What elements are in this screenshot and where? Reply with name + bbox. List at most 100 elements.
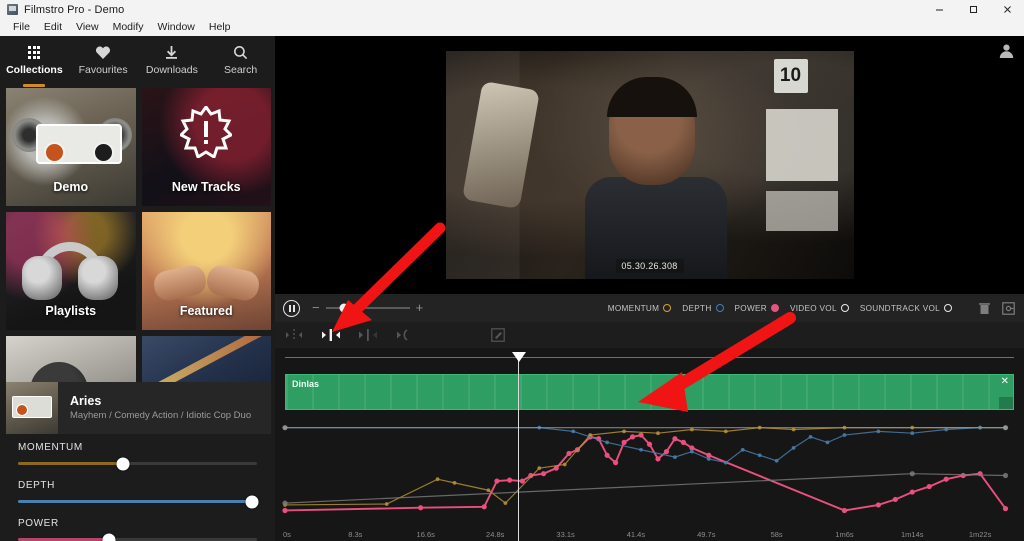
- series-point[interactable]: [808, 434, 813, 439]
- account-icon[interactable]: [998, 42, 1015, 59]
- collection-tile-demo[interactable]: Demo: [6, 88, 136, 206]
- slider-track[interactable]: [18, 495, 259, 508]
- zoom-track[interactable]: [325, 303, 410, 313]
- menu-item-view[interactable]: View: [69, 19, 106, 36]
- series-point[interactable]: [909, 471, 915, 477]
- series-point[interactable]: [604, 452, 610, 458]
- move-anchor-icon[interactable]: [283, 326, 305, 344]
- series-point[interactable]: [663, 449, 670, 455]
- legend-item-power[interactable]: POWER: [735, 304, 779, 313]
- legend-toggle-dot[interactable]: [944, 304, 952, 312]
- maximize-icon[interactable]: [956, 0, 990, 19]
- series-point[interactable]: [612, 460, 619, 466]
- close-icon[interactable]: ✕: [1001, 377, 1009, 387]
- legend-toggle-dot[interactable]: [770, 304, 779, 312]
- series-point[interactable]: [571, 429, 576, 434]
- zoom-out-label[interactable]: −: [312, 301, 320, 314]
- menu-item-edit[interactable]: Edit: [37, 19, 69, 36]
- series-point[interactable]: [876, 429, 881, 434]
- export-icon[interactable]: [1001, 301, 1016, 316]
- series-point[interactable]: [706, 457, 711, 461]
- series-point[interactable]: [892, 496, 898, 503]
- scrub-bar[interactable]: [275, 348, 1024, 366]
- series-point[interactable]: [960, 472, 966, 479]
- series-point[interactable]: [622, 429, 626, 434]
- sidebar-item-search[interactable]: Search: [206, 36, 275, 84]
- split-left-icon[interactable]: [357, 326, 379, 344]
- series-point[interactable]: [503, 501, 508, 506]
- zoom-in-label[interactable]: +: [416, 301, 424, 314]
- sidebar-item-downloads[interactable]: Downloads: [138, 36, 207, 84]
- minimize-icon[interactable]: [922, 0, 956, 19]
- automation-graph[interactable]: [275, 420, 1024, 525]
- zoom-knob[interactable]: [339, 303, 349, 313]
- series-point[interactable]: [507, 477, 513, 483]
- trash-icon[interactable]: [977, 301, 992, 316]
- legend-item-depth[interactable]: DEPTH: [682, 304, 724, 313]
- series-point[interactable]: [282, 425, 288, 431]
- collection-tile-new-tracks[interactable]: New Tracks: [141, 88, 271, 206]
- legend-item-momentum[interactable]: MOMENTUM: [608, 304, 672, 313]
- now-playing-panel[interactable]: Aries Mayhem / Comedy Action / Idiotic C…: [6, 382, 271, 434]
- series-point[interactable]: [875, 502, 881, 508]
- slider-knob[interactable]: [102, 533, 116, 541]
- split-both-icon[interactable]: [320, 326, 342, 344]
- series-point[interactable]: [481, 504, 487, 510]
- series-point[interactable]: [723, 429, 728, 434]
- clip-resize-handle[interactable]: [999, 397, 1013, 409]
- series-point[interactable]: [943, 476, 949, 482]
- series-point[interactable]: [841, 507, 848, 514]
- series-point[interactable]: [672, 436, 678, 442]
- series-point[interactable]: [757, 453, 762, 458]
- series-point[interactable]: [519, 478, 525, 484]
- series-point[interactable]: [774, 458, 779, 463]
- menu-item-modify[interactable]: Modify: [106, 19, 151, 36]
- video-preview[interactable]: 10 05.30.26.308: [275, 36, 1024, 294]
- series-point[interactable]: [689, 449, 694, 454]
- series-point[interactable]: [1002, 506, 1009, 512]
- series-point[interactable]: [723, 460, 728, 465]
- slider-track[interactable]: [18, 457, 257, 470]
- series-point[interactable]: [629, 434, 636, 440]
- series-point[interactable]: [621, 439, 627, 445]
- series-point[interactable]: [910, 431, 915, 436]
- legend-item-soundtrack-vol[interactable]: SOUNDTRACK VOL: [860, 304, 952, 313]
- series-point[interactable]: [562, 462, 567, 467]
- collection-tile-featured[interactable]: Featured: [141, 212, 271, 330]
- pause-icon[interactable]: [283, 299, 300, 317]
- series-point[interactable]: [494, 478, 500, 484]
- slider-momentum[interactable]: MOMENTUM: [18, 442, 257, 470]
- series-point[interactable]: [680, 439, 687, 445]
- series-point[interactable]: [926, 483, 932, 490]
- playhead[interactable]: [511, 348, 526, 541]
- series-point[interactable]: [842, 433, 847, 437]
- slider-knob[interactable]: [245, 495, 259, 508]
- timeline-clip[interactable]: Dinlas ✕: [285, 374, 1014, 410]
- series-point[interactable]: [435, 477, 440, 482]
- menu-item-help[interactable]: Help: [202, 19, 238, 36]
- series-point[interactable]: [384, 502, 389, 506]
- close-icon[interactable]: [990, 0, 1024, 19]
- series-point[interactable]: [673, 455, 677, 460]
- series-point[interactable]: [452, 480, 457, 485]
- playhead-handle[interactable]: [511, 352, 526, 362]
- series-point[interactable]: [825, 440, 830, 445]
- slider-depth[interactable]: DEPTH: [18, 480, 259, 508]
- zoom-control[interactable]: − +: [312, 301, 424, 314]
- slider-knob[interactable]: [116, 457, 130, 470]
- series-point[interactable]: [909, 489, 915, 495]
- series-point[interactable]: [791, 446, 796, 450]
- series-point[interactable]: [486, 488, 491, 493]
- collection-tile-playlists[interactable]: Playlists: [6, 212, 136, 330]
- series-point[interactable]: [655, 456, 661, 462]
- series-point[interactable]: [282, 507, 288, 514]
- series-point[interactable]: [605, 440, 610, 445]
- series-point[interactable]: [639, 447, 643, 452]
- legend-toggle-dot[interactable]: [663, 304, 672, 312]
- menu-item-file[interactable]: File: [6, 19, 37, 36]
- sidebar-item-collections[interactable]: Collections: [0, 36, 69, 87]
- series-point[interactable]: [566, 450, 572, 457]
- legend-item-video-vol[interactable]: VIDEO VOL: [790, 304, 849, 313]
- series-point[interactable]: [638, 432, 644, 438]
- series-point[interactable]: [1002, 425, 1009, 431]
